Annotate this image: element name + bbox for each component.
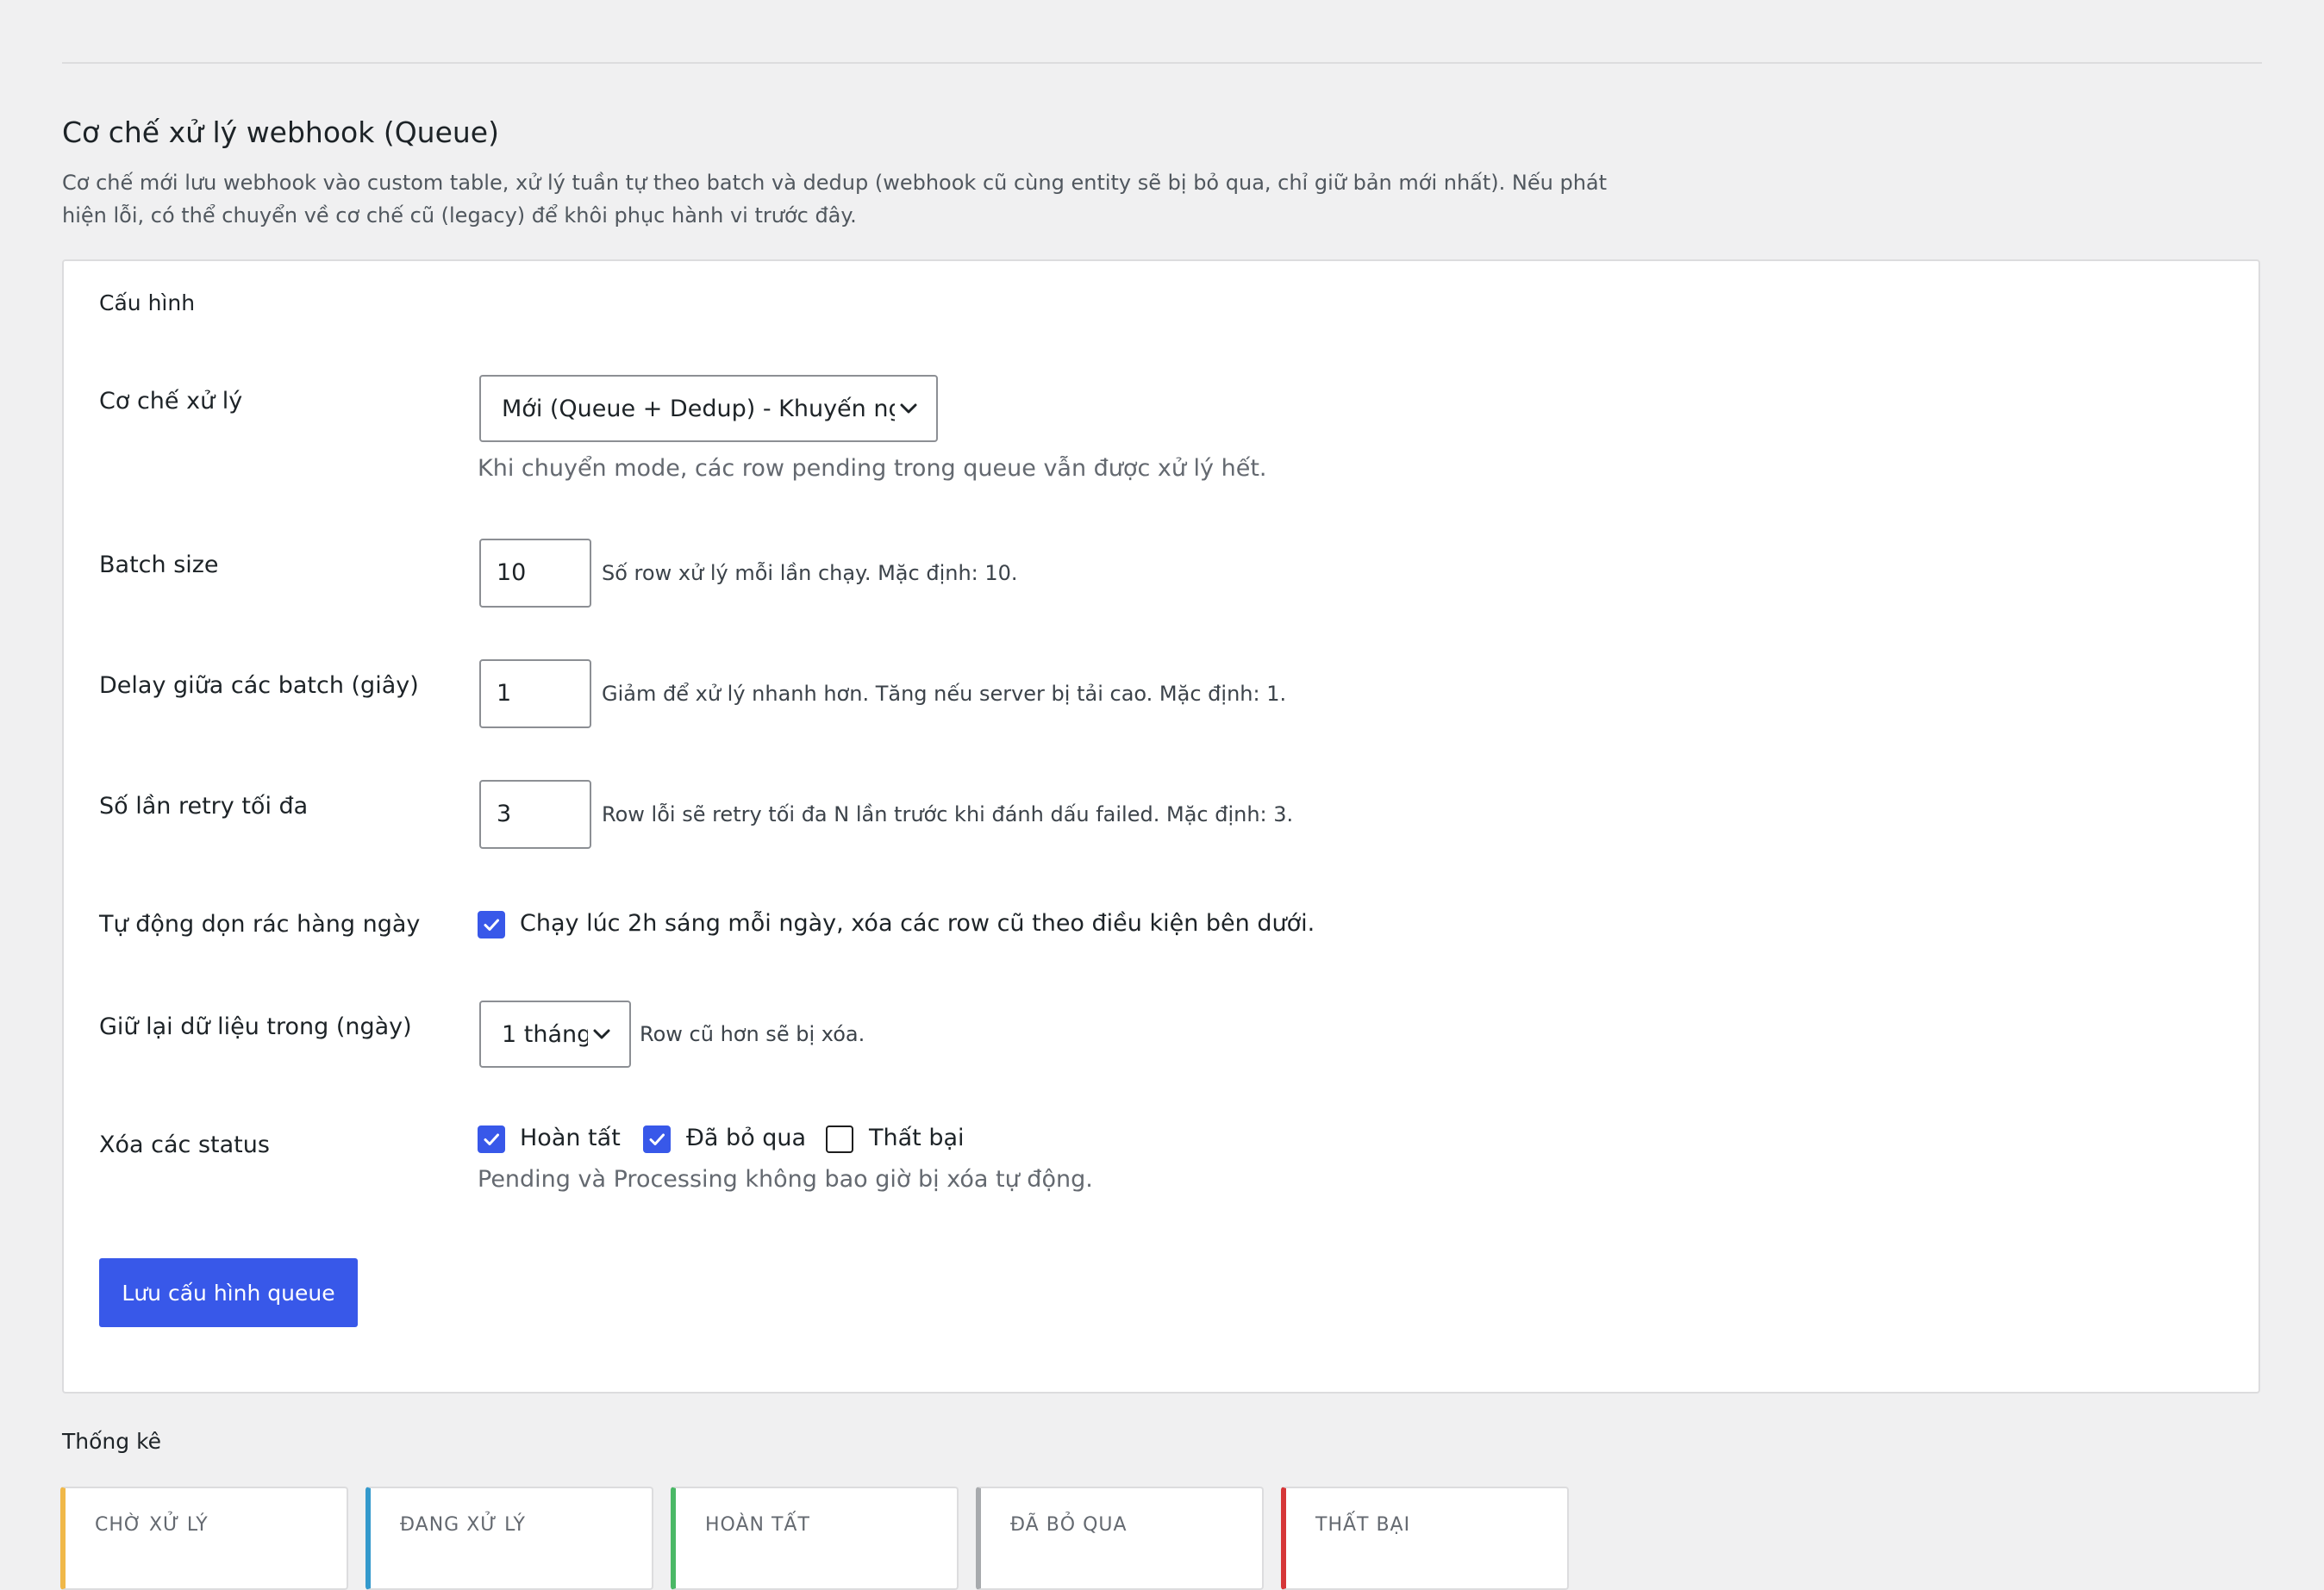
retention-label: Giữ lại dữ liệu trong (ngày) bbox=[99, 1013, 412, 1040]
mode-help: Khi chuyển mode, các row pending trong q… bbox=[478, 455, 1267, 482]
batch-size-input[interactable]: 10 bbox=[479, 539, 591, 608]
batch-size-label: Batch size bbox=[99, 552, 219, 578]
checkmark-icon bbox=[484, 919, 499, 931]
status-failed-label[interactable]: Thất bại bbox=[869, 1125, 965, 1151]
stats-title: Thống kê bbox=[62, 1429, 162, 1454]
stat-card-processing: ĐANG XỬ LÝ bbox=[365, 1487, 653, 1590]
checkmark-icon bbox=[649, 1133, 665, 1145]
batch-delay-help: Giảm để xử lý nhanh hơn. Tăng nếu server… bbox=[602, 682, 1287, 706]
top-divider bbox=[62, 62, 2262, 64]
section-description: Cơ chế mới lưu webhook vào custom table,… bbox=[62, 171, 1608, 228]
stat-label: ĐÃ BỎ QUA bbox=[1010, 1514, 1128, 1536]
retention-select[interactable]: 1 tháng bbox=[479, 1001, 631, 1068]
status-skipped-label[interactable]: Đã bỏ qua bbox=[686, 1125, 806, 1151]
mode-select[interactable]: Mới (Queue + Dedup) - Khuyến nghị bbox=[479, 375, 938, 442]
batch-delay-label: Delay giữa các batch (giây) bbox=[99, 672, 419, 699]
status-completed-label[interactable]: Hoàn tất bbox=[520, 1125, 621, 1151]
max-retry-label: Số lần retry tối đa bbox=[99, 793, 309, 820]
auto-cleanup-help[interactable]: Chạy lúc 2h sáng mỗi ngày, xóa các row c… bbox=[520, 910, 1315, 937]
batch-delay-input[interactable]: 1 bbox=[479, 659, 591, 728]
stat-card-pending: CHỜ XỬ LÝ bbox=[60, 1487, 348, 1590]
mode-label: Cơ chế xử lý bbox=[99, 388, 243, 415]
batch-size-help: Số row xử lý mỗi lần chạy. Mặc định: 10. bbox=[602, 561, 1018, 585]
chevron-down-icon bbox=[900, 403, 917, 414]
stat-card-skipped: ĐÃ BỎ QUA bbox=[976, 1487, 1264, 1590]
mode-select-value: Mới (Queue + Dedup) - Khuyến nghị bbox=[502, 395, 895, 422]
card-header: Cấu hình bbox=[99, 290, 196, 315]
stat-card-completed: HOÀN TẤT bbox=[671, 1487, 959, 1590]
stat-label: ĐANG XỬ LÝ bbox=[400, 1514, 526, 1536]
section-title: Cơ chế xử lý webhook (Queue) bbox=[62, 115, 499, 149]
stat-label: CHỜ XỬ LÝ bbox=[95, 1514, 209, 1536]
auto-cleanup-label: Tự động dọn rác hàng ngày bbox=[99, 911, 421, 938]
stat-label: HOÀN TẤT bbox=[705, 1514, 810, 1536]
stat-label: THẤT BẠI bbox=[1315, 1514, 1411, 1536]
chevron-down-icon bbox=[593, 1029, 610, 1039]
status-completed-checkbox[interactable] bbox=[478, 1125, 505, 1153]
checkmark-icon bbox=[484, 1133, 499, 1145]
config-card: Cấu hình Cơ chế xử lý Mới (Queue + Dedup… bbox=[62, 259, 2260, 1394]
delete-status-label: Xóa các status bbox=[99, 1132, 270, 1158]
auto-cleanup-checkbox[interactable] bbox=[478, 911, 505, 938]
retention-select-value: 1 tháng bbox=[502, 1020, 588, 1048]
retention-help: Row cũ hơn sẽ bị xóa. bbox=[640, 1022, 865, 1046]
stat-card-failed: THẤT BẠI bbox=[1281, 1487, 1569, 1590]
max-retry-input[interactable]: 3 bbox=[479, 780, 591, 849]
save-queue-config-button[interactable]: Lưu cấu hình queue bbox=[99, 1258, 358, 1327]
delete-status-help: Pending và Processing không bao giờ bị x… bbox=[478, 1166, 1093, 1193]
max-retry-help: Row lỗi sẽ retry tối đa N lần trước khi … bbox=[602, 802, 1294, 826]
status-skipped-checkbox[interactable] bbox=[643, 1125, 671, 1153]
status-failed-checkbox[interactable] bbox=[826, 1125, 853, 1153]
